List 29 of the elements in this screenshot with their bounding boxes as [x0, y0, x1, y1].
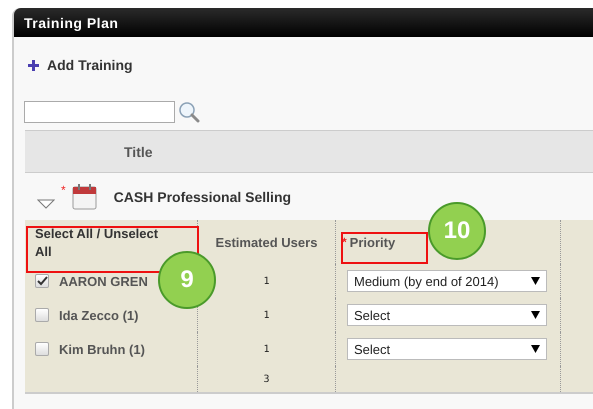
- calendar-icon: [72, 182, 98, 210]
- user-count: 1: [263, 344, 270, 354]
- priority-dropdown[interactable]: Select: [347, 338, 547, 360]
- total-count: 3: [263, 374, 270, 384]
- priority-dropdown[interactable]: Medium (by end of 2014): [347, 270, 547, 292]
- user-count: 1: [263, 276, 270, 286]
- panel-title: Training Plan: [24, 14, 118, 30]
- column-header: Estimated Users: [216, 234, 318, 250]
- column-header: Title: [124, 144, 153, 160]
- user-name: AARON GREN: [59, 274, 148, 288]
- column-header: Select All / Unselect All: [35, 225, 160, 261]
- caret-icon: [531, 345, 540, 353]
- search-field[interactable]: [24, 101, 175, 123]
- plus-icon: [28, 60, 39, 70]
- caret-icon: [531, 277, 540, 285]
- training-title: CASH Professional Selling: [114, 188, 292, 204]
- column-header: Priority: [350, 234, 396, 250]
- priority-dropdown[interactable]: Select: [347, 304, 547, 326]
- required-asterisk: *: [61, 183, 66, 197]
- collapse-triangle-icon[interactable]: [37, 198, 55, 208]
- user-name: Ida Zecco (1): [59, 308, 138, 322]
- add-training-link[interactable]: Add Training: [47, 57, 133, 73]
- user-name: Kim Bruhn (1): [59, 342, 145, 356]
- search-icon[interactable]: [178, 101, 200, 123]
- checkbox[interactable]: [35, 342, 49, 356]
- checkbox[interactable]: [35, 308, 49, 322]
- caret-icon: [531, 311, 540, 319]
- user-count: 1: [263, 310, 270, 320]
- checkbox[interactable]: [35, 274, 49, 288]
